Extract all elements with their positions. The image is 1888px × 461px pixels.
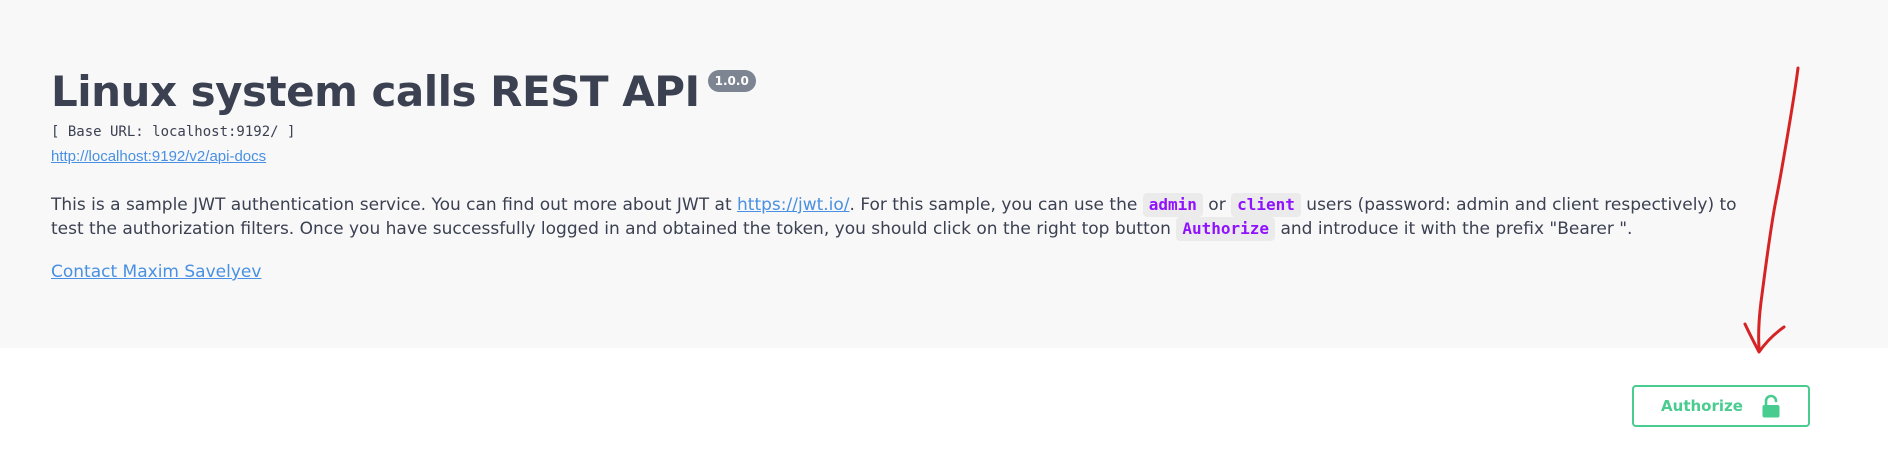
- description-text: or: [1202, 195, 1232, 215]
- unlocked-padlock-icon: [1761, 394, 1781, 418]
- authorize-label: Authorize: [1661, 397, 1743, 415]
- title-row: Linux system calls REST API 1.0.0: [51, 62, 756, 122]
- api-docs-link[interactable]: http://localhost:9192/v2/api-docs: [51, 147, 266, 167]
- code-authorize: Authorize: [1176, 217, 1276, 241]
- contact-link[interactable]: Contact Maxim Savelyev: [51, 260, 261, 284]
- jwt-link[interactable]: https://jwt.io/: [737, 195, 849, 215]
- description-text: and introduce it with the prefix "Bearer…: [1275, 219, 1633, 239]
- page-title: Linux system calls REST API: [51, 67, 700, 116]
- code-admin: admin: [1142, 193, 1203, 217]
- code-client: client: [1231, 193, 1301, 217]
- info-section: Linux system calls REST API 1.0.0 [ Base…: [0, 0, 1888, 348]
- description: This is a sample JWT authentication serv…: [51, 193, 1771, 241]
- base-url: [ Base URL: localhost:9192/ ]: [51, 124, 296, 140]
- authorize-button[interactable]: Authorize: [1632, 385, 1810, 427]
- description-text: This is a sample JWT authentication serv…: [51, 195, 738, 215]
- description-text: . For this sample, you can use the: [849, 195, 1143, 215]
- version-badge: 1.0.0: [707, 70, 756, 92]
